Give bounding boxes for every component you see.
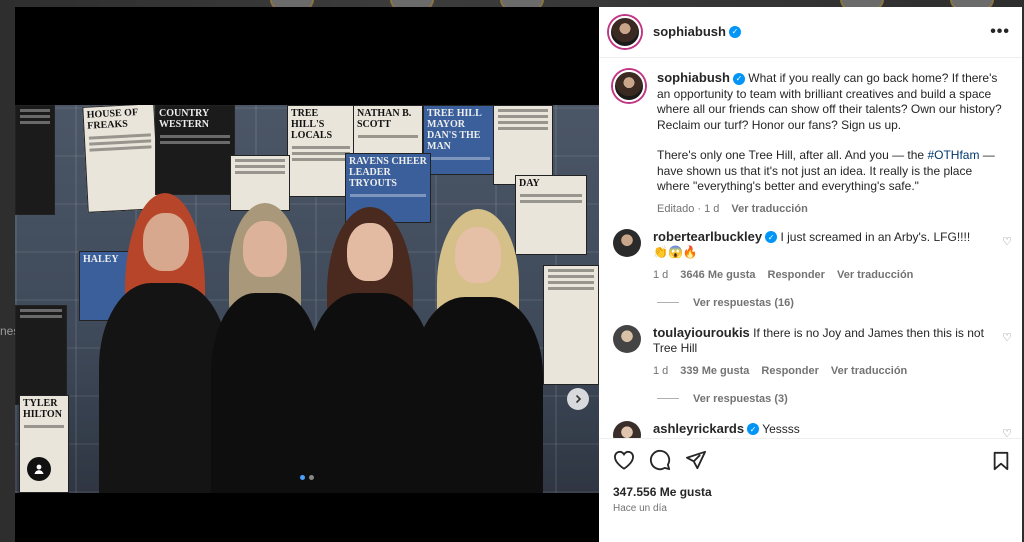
carousel-dot (309, 475, 314, 480)
poster (15, 105, 55, 215)
caption-time: 1 d (704, 202, 720, 215)
post-details-panel: sophiabush ✓ ••• sophiabush ✓ What if you … (599, 7, 1022, 542)
person (99, 193, 229, 493)
post-modal: HOUSE OF FREAKS COUNTRY WESTERN TREE HIL… (15, 7, 1022, 542)
comment-text: Yessss (762, 421, 800, 436)
poster (15, 305, 67, 405)
poster: TREE HILL MAYOR DAN'S THE MAN (423, 105, 495, 175)
verified-badge-icon: ✓ (747, 423, 760, 436)
see-translation-link[interactable]: Ver traducción (837, 269, 913, 281)
commenter-username[interactable]: ashleyrickards (653, 421, 744, 436)
person (211, 203, 321, 493)
commenter-username[interactable]: robertearlbuckley (653, 229, 762, 244)
comment: toulayiouroukis If there is no Joy and J… (613, 324, 1012, 377)
comment-likes[interactable]: 339 Me gusta (680, 365, 749, 377)
hashtag-link[interactable]: #OTHfam (927, 148, 979, 162)
like-comment-heart-icon[interactable]: ♡ (1002, 331, 1012, 344)
share-paper-plane-icon[interactable] (685, 450, 707, 470)
reply-button[interactable]: Responder (761, 365, 818, 377)
view-replies-label[interactable]: Ver respuestas (16) (693, 297, 794, 309)
verified-badge-icon: ✓ (728, 25, 741, 38)
post-actions: 347.556 Me gusta Hace un día (599, 438, 1022, 542)
comment-time: 1 d (653, 268, 669, 281)
comment-bubble-icon[interactable] (649, 449, 671, 471)
caption-paragraph: There's only one Tree Hill, after all. A… (657, 148, 928, 162)
author-username[interactable]: sophiabush ✓ (653, 23, 741, 41)
author-avatar[interactable] (613, 70, 645, 102)
commenter-avatar[interactable] (613, 420, 641, 438)
commenter-avatar[interactable] (613, 228, 641, 257)
view-replies[interactable]: Ver respuestas (3) (657, 393, 1012, 405)
view-replies[interactable]: Ver respuestas (16) (657, 297, 1012, 309)
caption: sophiabush ✓ What if you really can go ba… (613, 70, 1012, 215)
post-photo[interactable]: HOUSE OF FREAKS COUNTRY WESTERN TREE HIL… (15, 105, 599, 493)
next-image-button[interactable] (567, 388, 589, 410)
like-heart-icon[interactable] (613, 450, 635, 470)
comment-meta: 1 d 3646 Me gusta Responder Ver traducci… (653, 269, 986, 281)
poster: COUNTRY WESTERN (155, 105, 235, 195)
poster (543, 265, 599, 385)
see-translation-link[interactable]: Ver traducción (831, 365, 907, 377)
commenter-avatar[interactable] (613, 324, 641, 353)
tagged-user-icon[interactable] (27, 457, 51, 481)
more-options-icon[interactable]: ••• (990, 23, 1010, 41)
comment-likes[interactable]: 3646 Me gusta (680, 269, 755, 281)
comment: robertearlbuckley ✓ I just screamed in an… (613, 228, 1012, 281)
like-comment-heart-icon[interactable]: ♡ (1002, 235, 1012, 248)
comment-meta: 1 d 339 Me gusta Responder Ver traducció… (653, 365, 986, 377)
like-comment-heart-icon[interactable]: ♡ (1002, 427, 1012, 439)
see-translation-link[interactable]: Ver traducción (731, 203, 807, 215)
caption-text: sophiabush ✓ What if you really can go ba… (657, 70, 1008, 195)
verified-badge-icon: ✓ (765, 231, 778, 244)
verified-badge-icon: ✓ (732, 72, 745, 85)
person (413, 209, 543, 493)
comment: ashleyrickards ✓ Yessss ♡ (613, 420, 1012, 439)
edited-label: Editado (657, 202, 695, 215)
reply-button[interactable]: Responder (768, 269, 825, 281)
view-replies-label[interactable]: Ver respuestas (3) (693, 393, 788, 405)
poster: NATHAN B. SCOTT (353, 105, 423, 157)
save-bookmark-icon[interactable] (992, 451, 1010, 476)
post-timestamp: Hace un día (613, 503, 667, 514)
post-likes-count[interactable]: 347.556 Me gusta (613, 485, 1008, 499)
caption-username[interactable]: sophiabush (657, 70, 730, 85)
author-avatar[interactable] (609, 16, 641, 48)
carousel-dot-active (300, 475, 305, 480)
post-media: HOUSE OF FREAKS COUNTRY WESTERN TREE HIL… (15, 7, 599, 542)
poster (493, 105, 553, 185)
carousel-indicator (300, 475, 314, 480)
comment-time: 1 d (653, 364, 669, 377)
caption-meta: Editado · 1 d Ver traducción (657, 202, 808, 215)
post-header: sophiabush ✓ ••• (599, 7, 1022, 58)
commenter-username[interactable]: toulayiouroukis (653, 325, 750, 340)
comments-section: sophiabush ✓ What if you really can go ba… (599, 58, 1022, 438)
